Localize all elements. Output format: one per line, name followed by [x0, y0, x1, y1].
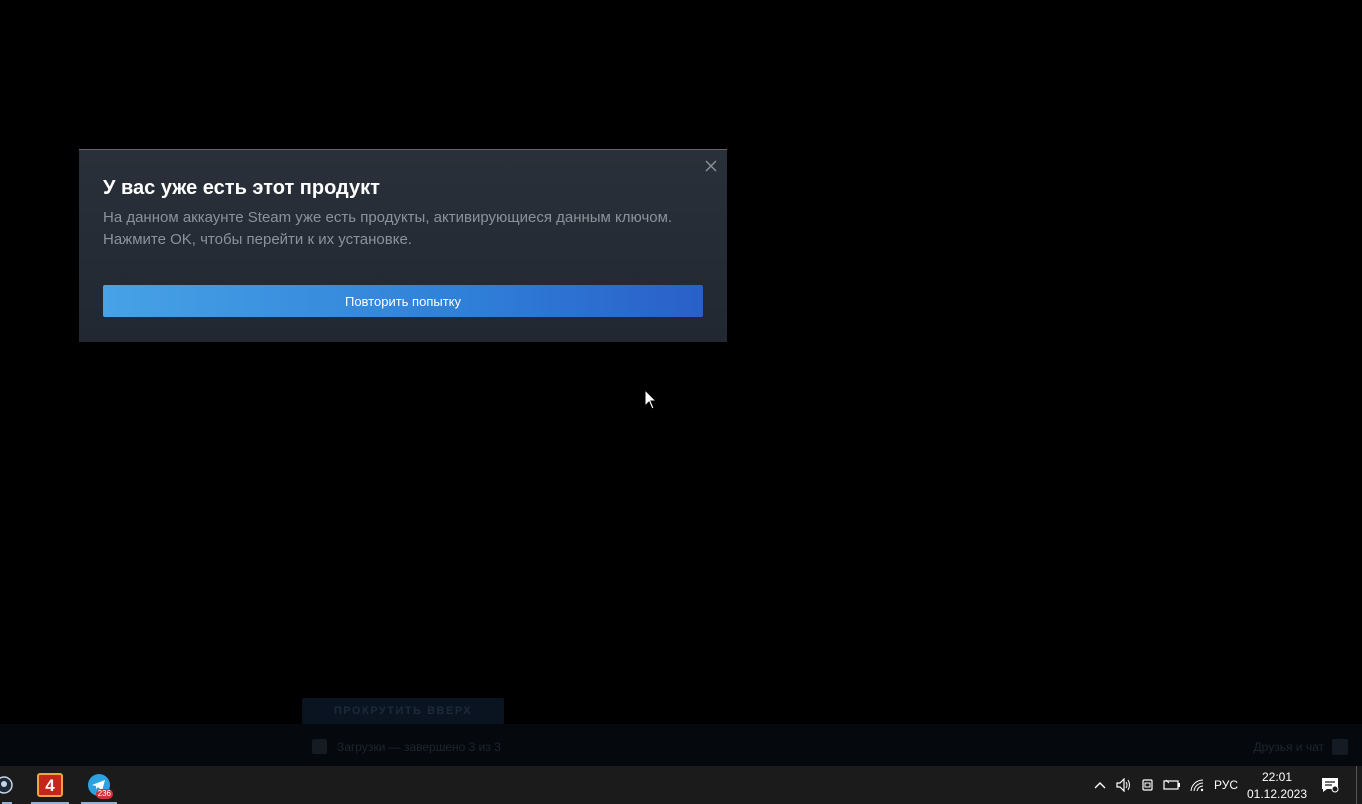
close-icon[interactable]	[703, 158, 719, 174]
clock[interactable]: 22:01 01.12.2023	[1246, 769, 1308, 803]
wifi-icon[interactable]	[1188, 766, 1206, 804]
windows-taskbar: 4 236 РУС 22:01 01.12.2023	[0, 766, 1362, 804]
steam-window-background	[0, 0, 1362, 766]
show-desktop-button[interactable]	[1356, 766, 1362, 804]
scroll-to-top-button[interactable]: ПРОКРУТИТЬ ВВЕРХ	[302, 698, 504, 724]
battery-icon[interactable]	[1163, 766, 1181, 804]
friends-chat-button[interactable]: Друзья и чат	[1254, 739, 1348, 755]
show-hidden-icons-chevron-icon[interactable]	[1092, 766, 1108, 804]
downloads-icon	[312, 739, 327, 754]
dialog-message: На данном аккаунте Steam уже есть продук…	[103, 209, 673, 248]
downloads-status[interactable]: Загрузки — завершено 3 из 3	[312, 739, 501, 754]
friends-icon	[1332, 739, 1348, 755]
friends-label: Друзья и чат	[1253, 740, 1324, 754]
app-4-icon[interactable]: 4	[29, 766, 71, 804]
steam-bottom-bar	[0, 724, 1362, 766]
unread-badge: 236	[95, 789, 113, 799]
clock-date: 01.12.2023	[1246, 787, 1308, 801]
downloads-label: Загрузки — завершено 3 из 3	[337, 739, 501, 754]
clock-time: 22:01	[1261, 770, 1293, 784]
telegram-icon[interactable]: 236	[79, 766, 119, 804]
meet-now-icon[interactable]	[1140, 766, 1156, 804]
dialog-title: У вас уже есть этот продукт	[103, 177, 380, 199]
volume-icon[interactable]	[1114, 766, 1132, 804]
mouse-cursor-icon	[644, 388, 658, 416]
notifications-icon[interactable]	[1318, 766, 1342, 804]
input-language[interactable]: РУС	[1212, 766, 1240, 804]
retry-button[interactable]: Повторить попытку	[103, 285, 703, 317]
steam-icon[interactable]	[0, 766, 14, 804]
app-4-label: 4	[45, 776, 55, 795]
product-owned-dialog: У вас уже есть этот продукт На данном ак…	[79, 149, 727, 342]
